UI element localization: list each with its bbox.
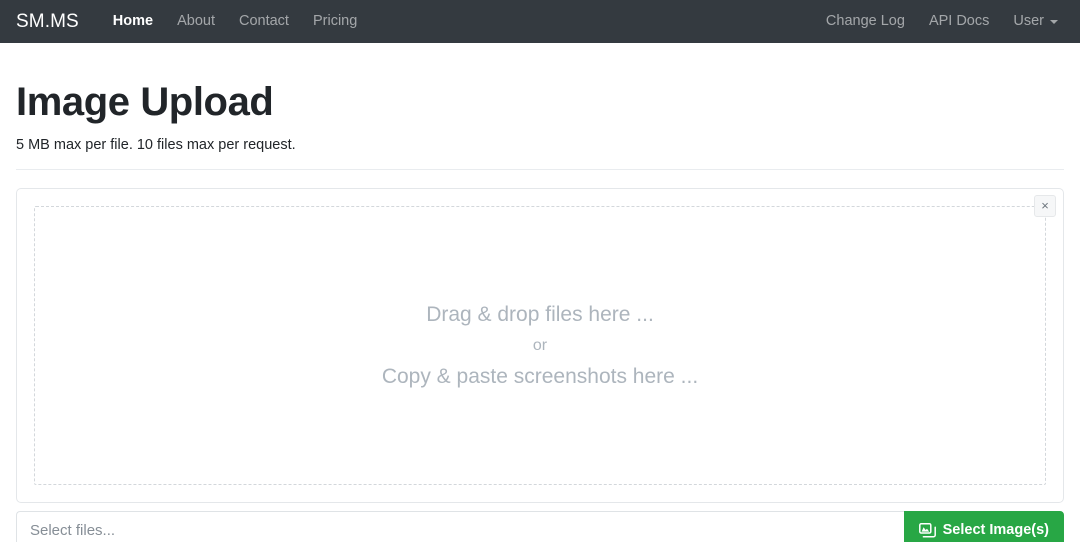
header-divider	[16, 169, 1064, 170]
close-icon[interactable]: ×	[1034, 195, 1056, 217]
dropzone-line-drag: Drag & drop files here ...	[426, 303, 654, 326]
nav-dropdown-user[interactable]: User	[1001, 0, 1064, 43]
select-images-button[interactable]: Select Image(s)	[904, 511, 1064, 542]
page-subtitle: 5 MB max per file. 10 files max per requ…	[16, 137, 1064, 153]
nav-link-about[interactable]: About	[165, 0, 227, 43]
upload-card: × Drag & drop files here ... or Copy & p…	[16, 188, 1064, 503]
page-title: Image Upload	[16, 79, 1064, 125]
select-images-button-label: Select Image(s)	[943, 522, 1049, 538]
navbar-right-group: Change Log API Docs User	[814, 0, 1064, 43]
nav-link-change-log[interactable]: Change Log	[814, 0, 917, 43]
file-dropzone[interactable]: Drag & drop files here ... or Copy & pas…	[34, 206, 1046, 485]
nav-link-api-docs[interactable]: API Docs	[917, 0, 1001, 43]
dropzone-line-paste: Copy & paste screenshots here ...	[382, 365, 698, 388]
file-select-group: Select Image(s)	[16, 511, 1064, 542]
nav-link-pricing[interactable]: Pricing	[301, 0, 369, 43]
dropzone-line-or: or	[533, 337, 547, 355]
nav-link-contact[interactable]: Contact	[227, 0, 301, 43]
top-navbar: SM.MS Home About Contact Pricing Change …	[0, 0, 1080, 43]
images-icon	[919, 523, 936, 538]
navbar-brand[interactable]: SM.MS	[16, 11, 79, 33]
chevron-down-icon	[1050, 20, 1058, 24]
file-path-input[interactable]	[16, 511, 904, 542]
page-container: Image Upload 5 MB max per file. 10 files…	[0, 79, 1080, 542]
navbar-left-group: SM.MS Home About Contact Pricing	[16, 0, 369, 43]
nav-link-home[interactable]: Home	[101, 0, 165, 43]
nav-dropdown-user-label: User	[1013, 0, 1044, 43]
